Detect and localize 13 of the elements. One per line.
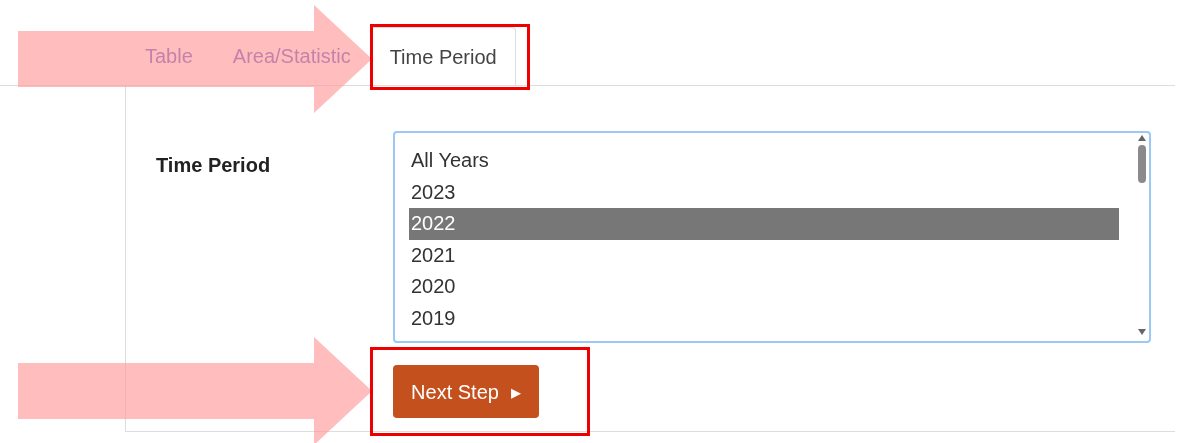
scroll-up-icon[interactable] [1138,135,1146,141]
list-option[interactable]: 2020 [409,271,1119,303]
list-option[interactable]: All Years [409,145,1119,177]
tab[interactable]: Time Period [370,27,516,85]
list-option[interactable]: 2021 [409,239,1119,271]
list-option[interactable]: 2023 [409,176,1119,208]
list-option[interactable]: 2019 [409,302,1119,334]
scroll-down-icon[interactable] [1138,329,1146,335]
scrollbar-thumb[interactable] [1138,145,1146,183]
year-listbox[interactable]: All Years 2023 2022 2021 2020 2019 [393,131,1151,343]
list-option[interactable]: 2022 [409,208,1119,240]
next-step-button[interactable]: Next Step ▸ [393,365,539,418]
field-label: Time Period [156,154,271,176]
